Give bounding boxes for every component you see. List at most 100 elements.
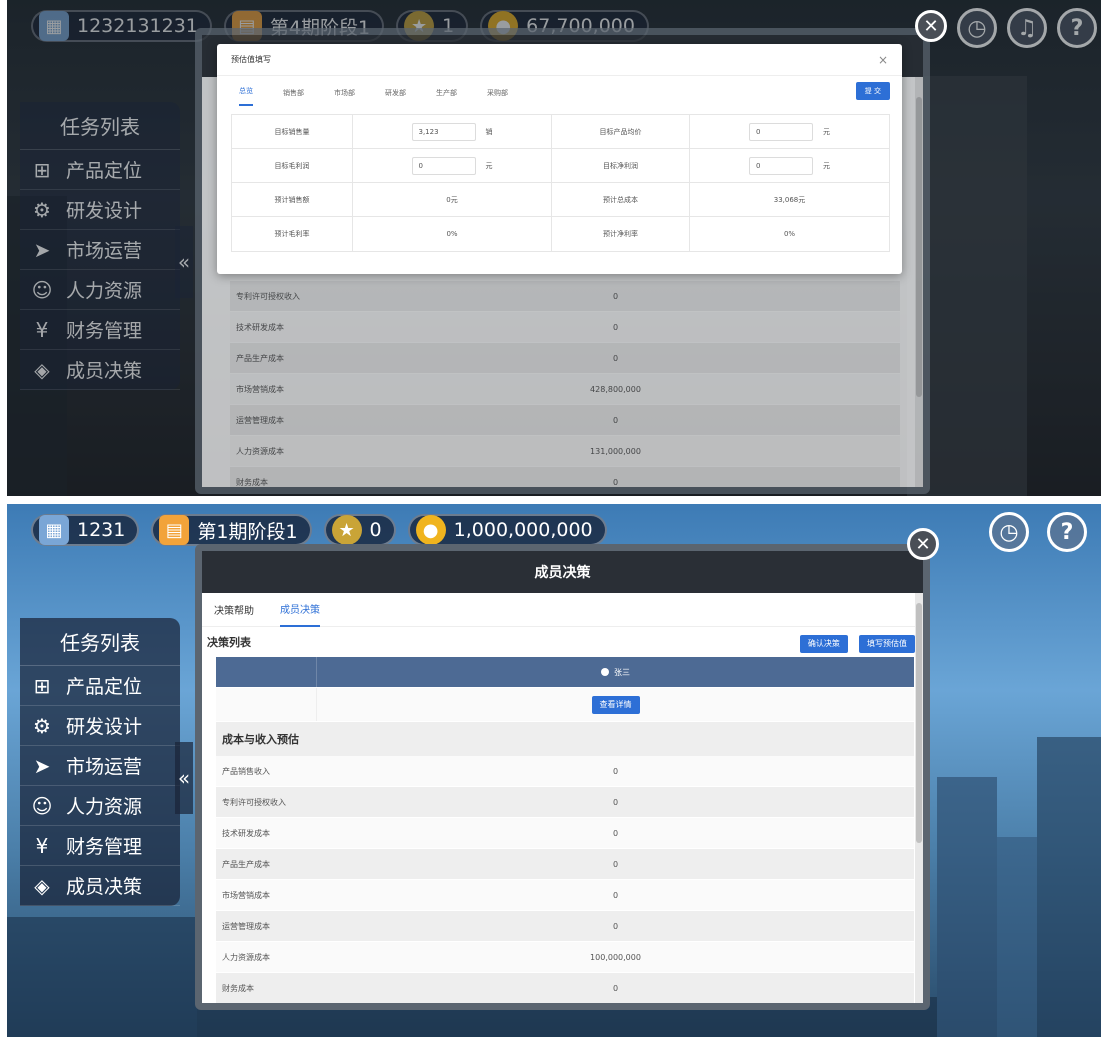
company-id: 1232131231 <box>77 15 198 37</box>
sidebar-item-rnd[interactable]: ⚙ 研发设计 <box>20 706 180 746</box>
row-label: 技术研发成本 <box>236 322 284 332</box>
target-sales-volume-label: 目标销售量 <box>232 115 353 148</box>
submit-button[interactable]: 提 交 <box>855 82 890 100</box>
grid-icon: ⊞ <box>33 673 51 698</box>
top-status-bar: ▦ 1231 ▤ 第1期阶段1 ★ 0 ● 1,000,000,000 <box>31 514 607 546</box>
table-row: 人力资源成本 100,000,000 <box>216 942 914 973</box>
target-avg-price-input[interactable]: 0 <box>749 122 813 141</box>
tab-overview[interactable]: 总览 <box>239 86 253 106</box>
sidebar-item-hr[interactable]: ☺ 人力资源 <box>20 270 180 310</box>
table-row: 技术研发成本 0 <box>216 818 914 849</box>
tab-marketing[interactable]: 市场部 <box>334 88 355 106</box>
sidebar-title: 任务列表 <box>20 102 180 150</box>
history-button[interactable]: ◷ <box>989 512 1029 552</box>
confirm-decision-button[interactable]: 确认决策 <box>799 634 848 653</box>
task-sidebar: 任务列表 ⊞ 产品定位 ⚙ 研发设计 ➤ 市场运营 ☺ 人力资源 ¥ 财务管理 ◈ 成员决策 <box>20 102 180 390</box>
sidebar-item-hr[interactable]: ☺ 人力资源 <box>20 786 180 826</box>
estimate-dialog: 预估值填写 × 总览 销售部 市场部 研发部 生产部 采购部 提 交 目标销售量… <box>217 44 902 274</box>
paper-plane-icon: ➤ <box>33 753 51 778</box>
sidebar-item-member[interactable]: ◈ 成员决策 <box>20 350 180 390</box>
tab-rnd[interactable]: 研发部 <box>385 88 406 106</box>
sidebar-item-label: 市场运营 <box>66 756 143 778</box>
view-details-button[interactable]: 查看详情 <box>591 695 640 714</box>
estimate-dialog-title: 预估值填写 <box>231 55 271 64</box>
help-icon: ? <box>1060 519 1074 545</box>
help-button[interactable]: ? <box>1057 8 1097 48</box>
row-value: 0 <box>612 921 619 931</box>
row-value: 131,000,000 <box>590 446 641 456</box>
row-value: 0 <box>612 291 619 301</box>
modal-scrollbar[interactable] <box>915 77 923 487</box>
tab-purchasing[interactable]: 采购部 <box>487 88 508 106</box>
decision-toolbar: 决策列表 确认决策 填写预估值 <box>202 627 923 657</box>
est-sales-label: 预计销售额 <box>232 183 353 216</box>
table-row: 产品生产成本 0 <box>230 343 900 374</box>
sidebar-item-label: 产品定位 <box>66 676 143 698</box>
close-icon: ✕ <box>923 15 939 37</box>
table-row: 运营管理成本 0 <box>216 911 914 942</box>
row-label: 市场营销成本 <box>236 384 284 394</box>
screenshot-estimate-dialog: ▦1232131231 ▤第4期阶段1 ★1 ●67,700,000 ◷ ♫ ?… <box>7 0 1101 496</box>
building-icon: ▦ <box>39 515 69 545</box>
company-id-pill: ▦ 1232131231 <box>31 10 212 42</box>
modal-scrollbar[interactable] <box>915 593 923 1003</box>
modal-title: 成员决策 <box>202 551 923 593</box>
target-net-profit-input[interactable]: 0 <box>749 156 813 175</box>
coin-icon: ● <box>415 515 446 545</box>
table-row: 市场营销成本 428,800,000 <box>230 374 900 405</box>
section-title: 成本与收入预估 <box>216 722 914 756</box>
modal-tabs: 决策帮助 成员决策 <box>202 593 923 627</box>
row-label: 运营管理成本 <box>222 921 270 931</box>
estimate-close-button[interactable]: × <box>878 53 888 67</box>
sidebar-item-rnd[interactable]: ⚙ 研发设计 <box>20 190 180 230</box>
cell: 0元 <box>353 149 552 182</box>
cell: 0元 <box>690 115 889 148</box>
sidebar-collapse-button[interactable]: « <box>175 742 193 814</box>
table-header-row: 张三 <box>216 657 914 688</box>
sidebar-item-label: 人力资源 <box>66 796 143 818</box>
sidebar-item-product[interactable]: ⊞ 产品定位 <box>20 150 180 190</box>
row-value: 100,000,000 <box>590 952 641 962</box>
estimate-grid: 目标销售量 3,123 销 目标产品均价 0元 目标毛利润 0元 目标净利润 0元… <box>231 114 890 252</box>
table-row: 专利许可授权收入 0 <box>216 787 914 818</box>
sidebar-item-label: 人力资源 <box>66 280 143 302</box>
unit-label: 元 <box>823 161 830 170</box>
bell-button[interactable]: ♫ <box>1007 8 1047 48</box>
fill-estimate-button[interactable]: 填写预估值 <box>859 634 915 653</box>
layers-icon: ◈ <box>34 357 50 382</box>
sidebar-collapse-button[interactable]: « <box>175 226 193 298</box>
trophy-icon: ★ <box>331 515 362 545</box>
row-label: 运营管理成本 <box>236 415 284 425</box>
table-row: 查看详情 <box>216 688 914 722</box>
close-modal-button[interactable]: ✕ <box>907 528 939 560</box>
target-sales-volume-input[interactable]: 3,123 <box>411 122 476 141</box>
est-gross-margin-value: 0% <box>353 217 552 251</box>
empty-cell <box>216 688 317 721</box>
sidebar-item-finance[interactable]: ¥ 财务管理 <box>20 826 180 866</box>
tab-decision-help[interactable]: 决策帮助 <box>214 593 254 627</box>
member-decision-modal: 成员决策 决策帮助 成员决策 决策列表 确认决策 填写预估值 张三 查看详情 成… <box>195 544 930 1010</box>
row-label: 产品生产成本 <box>236 353 284 363</box>
estimate-row: 目标销售量 3,123 销 目标产品均价 0元 <box>232 115 889 149</box>
row-value: 0 <box>612 353 619 363</box>
target-net-profit-label: 目标净利润 <box>552 149 690 182</box>
help-button[interactable]: ? <box>1047 512 1087 552</box>
member-radio[interactable]: 张三 <box>317 657 914 687</box>
target-gross-profit-input[interactable]: 0 <box>411 156 476 175</box>
row-value: 428,800,000 <box>590 384 641 394</box>
table-row: 市场营销成本 0 <box>216 880 914 911</box>
tab-member-decision[interactable]: 成员决策 <box>280 593 320 627</box>
tab-production[interactable]: 生产部 <box>436 88 457 106</box>
sidebar-item-marketing[interactable]: ➤ 市场运营 <box>20 230 180 270</box>
sidebar-item-member[interactable]: ◈ 成员决策 <box>20 866 180 906</box>
close-icon: ✕ <box>915 533 931 555</box>
tab-sales[interactable]: 销售部 <box>283 88 304 106</box>
sidebar-item-finance[interactable]: ¥ 财务管理 <box>20 310 180 350</box>
trophy-pill: ★ 0 <box>323 514 396 546</box>
history-button[interactable]: ◷ <box>957 8 997 48</box>
sidebar-item-product[interactable]: ⊞ 产品定位 <box>20 666 180 706</box>
close-modal-button[interactable]: ✕ <box>915 10 947 42</box>
header-empty-cell <box>216 657 317 687</box>
estimate-row: 预计销售额 0元 预计总成本 33,068元 <box>232 183 889 217</box>
sidebar-item-marketing[interactable]: ➤ 市场运营 <box>20 746 180 786</box>
